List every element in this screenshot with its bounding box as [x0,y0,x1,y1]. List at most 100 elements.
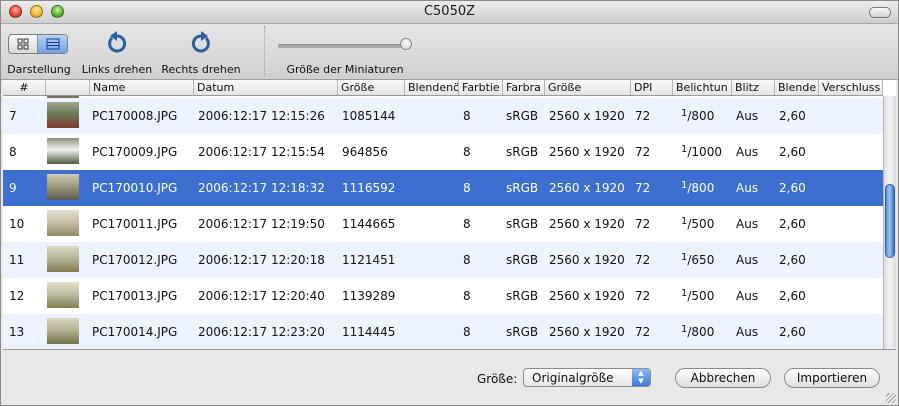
list-icon [46,38,59,50]
column-header-number[interactable]: # [3,80,46,95]
cell-color-depth: 8 [463,253,471,267]
photo-thumbnail [47,318,79,344]
cell-dimensions: 2560 x 1920 [549,253,625,267]
table-row[interactable]: 10 PC170011.JPG 2006:12:17 12:19:50 1144665… [3,206,883,242]
icon-view-button[interactable] [9,35,38,53]
cell-exposure: 1/1000 [681,134,722,170]
exposure-denominator: /650 [687,253,715,267]
thumbnail-size-slider-track[interactable] [278,44,408,48]
photo-thumbnail [47,138,79,164]
cell-flash: Aus [736,109,759,123]
cell-dpi: 72 [635,325,651,339]
import-button[interactable]: Importieren [784,368,880,388]
cell-dimensions: 2560 x 1920 [549,325,625,339]
table-row[interactable]: 12 PC170013.JPG 2006:12:17 12:20:40 1139289… [3,278,883,314]
thumbnail-size-label: Größe der Miniaturen [286,63,404,76]
column-header-dpi[interactable]: DPI [631,80,673,95]
cell-exposure: 1/500 [681,206,714,242]
cell-flash: Aus [736,217,759,231]
rotate-left-button[interactable]: Links drehen [79,24,155,79]
column-header-shutter[interactable]: Verschluss [819,80,883,95]
toolbar: Darstellung Links drehen Rechts drehen G… [1,24,898,80]
column-header-f-number[interactable]: Blende [775,80,819,95]
column-header-color-depth[interactable]: Farbtie [459,80,503,95]
exposure-numerator: 1 [681,180,688,191]
cell-flash: Aus [736,145,759,159]
cell-exposure: 1/800 [681,170,714,206]
toolbar-toggle-button[interactable] [869,7,891,18]
column-header-filesize[interactable]: Größe [338,80,405,95]
column-header-color-space[interactable]: Farbra [503,80,545,95]
resize-grip[interactable] [886,393,896,403]
exposure-numerator: 1 [681,288,688,299]
file-table: # Name Datum Größe Blendenö Farbtie Farb… [3,80,896,350]
cell-filename: PC170011.JPG [92,217,178,231]
view-segmented-control[interactable] [8,34,68,54]
cell-number: 12 [9,289,25,303]
cell-filesize: 1139289 [342,289,396,303]
column-header-aperture-value[interactable]: Blendenö [405,80,459,95]
column-header-name[interactable]: Name [90,80,194,95]
rotate-right-button[interactable]: Rechts drehen [158,24,244,79]
table-row[interactable]: 7 PC170008.JPG 2006:12:17 12:15:26 1085144 8… [3,98,883,134]
cell-flash: Aus [736,181,759,195]
list-view-button[interactable] [38,35,67,53]
photo-thumbnail [47,174,79,200]
cancel-button[interactable]: Abbrechen [675,368,771,388]
cell-filesize: 1144665 [342,217,396,231]
column-header-dimensions[interactable]: Größe [545,80,631,95]
column-header-exposure[interactable]: Belichtun [673,80,732,95]
table-row[interactable]: 9 PC170010.JPG 2006:12:17 12:18:32 1116592 8… [3,170,883,206]
cell-date: 2006:12:17 12:15:54 [198,145,325,159]
cell-f-number: 2,60 [779,217,806,231]
cell-dpi: 72 [635,217,651,231]
exposure-numerator: 1 [681,252,688,263]
cell-filename: PC170013.JPG [92,289,178,303]
column-header-thumbnail[interactable] [46,80,90,95]
cell-f-number: 2,60 [779,145,806,159]
grid-icon [17,38,29,50]
cell-dpi: 72 [635,289,651,303]
scrollbar-thumb[interactable] [885,184,895,258]
cell-f-number: 2,60 [779,253,806,267]
size-select[interactable]: Originalgröße ▲ ▼ [523,368,651,387]
cell-flash: Aus [736,253,759,267]
cell-date: 2006:12:17 12:23:20 [198,325,325,339]
thumbnail-size-slider-knob[interactable] [400,38,412,50]
cell-color-depth: 8 [463,217,471,231]
cell-filesize: 1116592 [342,181,396,195]
vertical-scrollbar[interactable] [883,96,896,349]
view-control: Darstellung [4,24,74,79]
cell-number: 7 [9,109,17,123]
cell-color-space: sRGB [506,325,539,339]
cell-dpi: 72 [635,253,651,267]
title-bar[interactable]: C5050Z [1,1,898,24]
cell-date: 2006:12:17 12:18:32 [198,181,325,195]
exposure-numerator: 1 [681,144,688,155]
cell-exposure: 1/800 [681,314,714,349]
table-row[interactable]: 11 PC170012.JPG 2006:12:17 12:20:18 1121451… [3,242,883,278]
cell-number: 13 [9,325,25,339]
rotate-right-icon [191,31,210,53]
cell-f-number: 2,60 [779,181,806,195]
table-row[interactable]: 13 PC170014.JPG 2006:12:17 12:23:20 1114445… [3,314,883,349]
cell-filename: PC170012.JPG [92,253,178,267]
table-row[interactable]: 8 PC170009.JPG 2006:12:17 12:15:54 964856 8 s… [3,134,883,170]
exposure-numerator: 1 [681,216,688,227]
cell-exposure: 1/800 [681,98,714,134]
cell-number: 9 [9,181,17,195]
cell-exposure: 1/650 [681,242,714,278]
column-header-flash[interactable]: Blitz [732,80,775,95]
cell-number: 8 [9,145,17,159]
exposure-denominator: /1000 [687,145,722,159]
cell-dimensions: 2560 x 1920 [549,217,625,231]
cell-dimensions: 2560 x 1920 [549,181,625,195]
exposure-denominator: /500 [687,289,715,303]
cell-flash: Aus [736,325,759,339]
exposure-denominator: /800 [687,181,715,195]
cell-dimensions: 2560 x 1920 [549,145,625,159]
cell-color-depth: 8 [463,289,471,303]
column-header-date[interactable]: Datum [194,80,338,95]
cell-filename: PC170009.JPG [92,145,178,159]
table-body[interactable]: 7 PC170008.JPG 2006:12:17 12:15:26 1085144 8… [3,96,883,349]
